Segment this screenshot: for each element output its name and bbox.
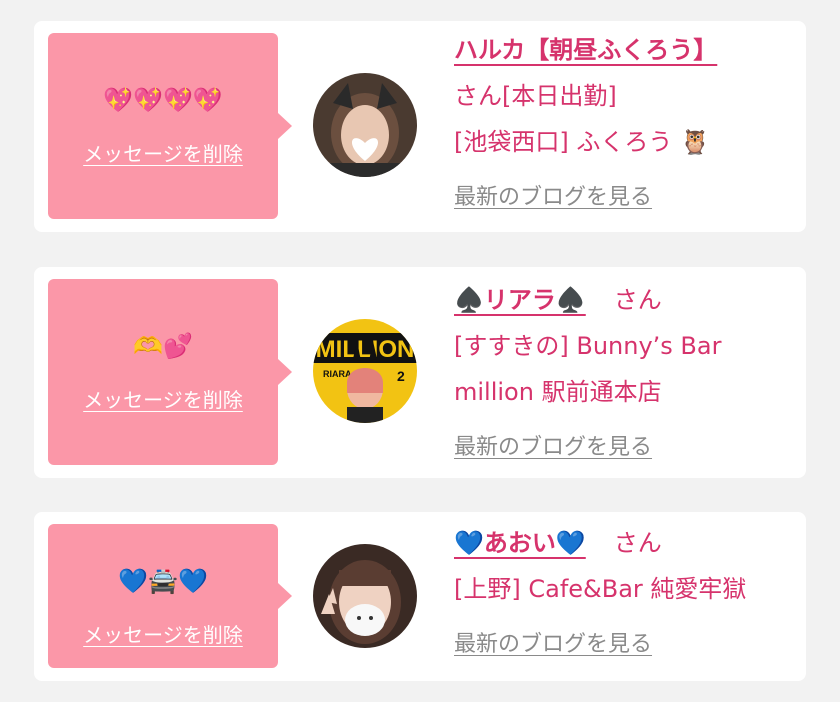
cast-name-link[interactable]: ♠️リアラ♠️ [454,286,586,314]
shop-area: [すすきの] Bunny’s Bar [454,332,722,360]
delete-message-link[interactable]: メッセージを削除 [48,619,278,648]
shop-name: million 駅前通本店 [454,378,662,406]
delete-message-link[interactable]: メッセージを削除 [48,138,278,167]
message-emoji: 🫶💕 [133,332,193,360]
shop-name: [上野] Cafe&Bar 純愛牢獄 [454,575,747,603]
delete-message-link[interactable]: メッセージを削除 [48,384,278,413]
poster-number: 2 [397,368,405,384]
poster-title: MILLION [316,336,415,363]
cast-name-link[interactable]: 💙あおい💙 [454,529,586,557]
cast-info: ハルカ【朝昼ふくろう】 さん[本日出勤] [池袋西口] ふくろう 🦉 最新のブロ… [454,27,794,221]
message-bubble: 💙🚔💙 メッセージを削除 [48,524,292,668]
latest-blog-link[interactable]: 最新のブログを見る [454,622,652,668]
message-emoji: 💖💖💖💖 [103,86,223,114]
cast-name-link[interactable]: ハルカ【朝昼ふくろう】 [454,36,717,64]
message-card: 💖💖💖💖 メッセージを削除 ハルカ【朝昼ふくろう】 さん[本日出勤] [池袋西口… [34,21,806,232]
latest-blog-link[interactable]: 最新のブログを見る [454,425,652,471]
message-card: 💙🚔💙 メッセージを削除 💙あおい💙 さん [上野] Cafe&Bar 純愛牢獄 … [34,512,806,681]
honorific: さん [613,529,662,557]
poster-name: RIARA [323,369,352,379]
avatar[interactable] [313,544,417,648]
latest-blog-link[interactable]: 最新のブログを見る [454,175,652,221]
avatar[interactable] [313,73,417,177]
cast-info: 💙あおい💙 さん [上野] Cafe&Bar 純愛牢獄 最新のブログを見る [454,520,794,668]
shop-name: [池袋西口] ふくろう 🦉 [454,128,710,156]
message-bubble: 🫶💕 メッセージを削除 [48,279,292,465]
honorific: さん [613,286,662,314]
message-card: 🫶💕 メッセージを削除 MILLION RIARA 2 ♠️リアラ♠️ さん [す… [34,267,806,478]
avatar[interactable]: MILLION RIARA 2 [313,319,417,423]
message-bubble: 💖💖💖💖 メッセージを削除 [48,33,292,219]
message-emoji: 💙🚔💙 [118,567,208,595]
cast-detail: さん[本日出勤] [454,82,617,110]
cast-info: ♠️リアラ♠️ さん [すすきの] Bunny’s Bar million 駅前通… [454,277,794,471]
